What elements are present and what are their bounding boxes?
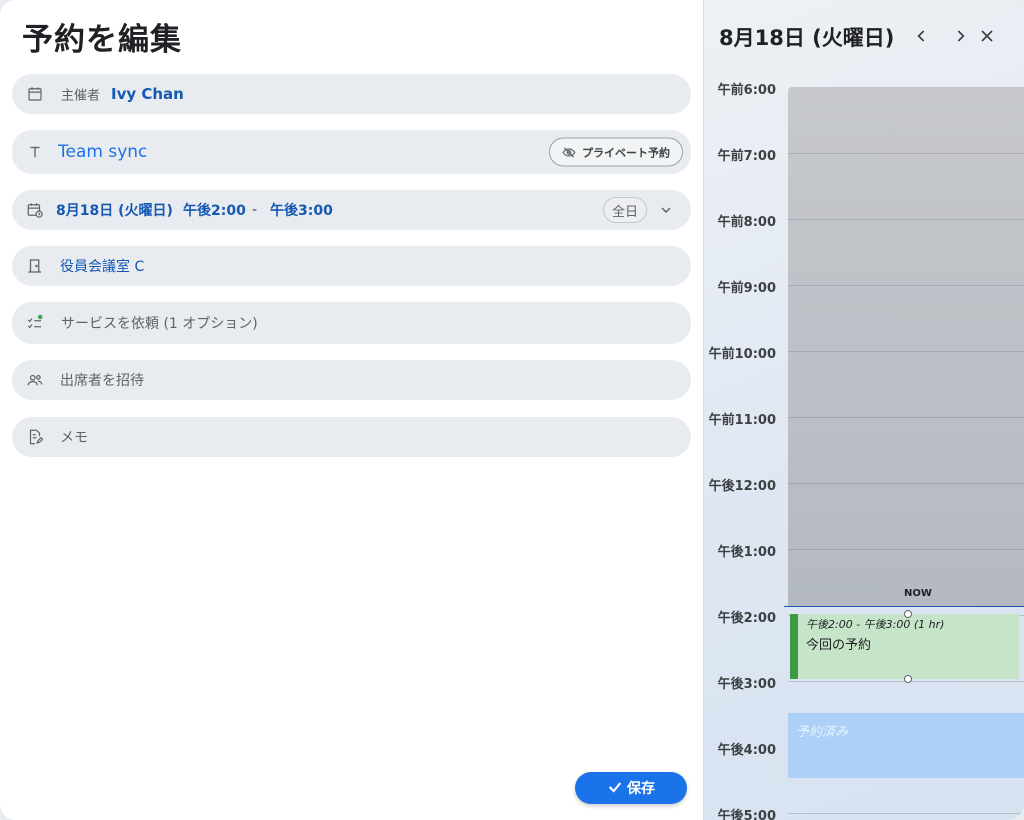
hour-label: 午前11:00	[708, 413, 776, 428]
hour-label: 午前10:00	[708, 347, 776, 362]
title-row[interactable]: プライベート予約	[12, 130, 691, 174]
attendees-placeholder: 出席者を招待	[60, 373, 144, 389]
notes-row[interactable]: メモ	[12, 417, 691, 457]
note-edit-icon	[26, 428, 44, 446]
hour-label: 午前8:00	[717, 215, 776, 230]
hour-label: 午後3:00	[717, 677, 776, 692]
save-button[interactable]: 保存	[575, 772, 687, 804]
private-booking-button[interactable]: プライベート予約	[549, 137, 683, 167]
date-field[interactable]: 8月18日 (火曜日)	[56, 200, 173, 220]
calendar-icon	[26, 85, 44, 103]
now-label: NOW	[904, 588, 932, 599]
people-icon	[26, 371, 44, 389]
hour-label: 午後4:00	[717, 743, 776, 758]
text-icon	[26, 143, 44, 161]
calendar-day-title: 8月18日 (火曜日)	[719, 26, 895, 50]
room-name[interactable]: 役員会議室 C	[60, 256, 144, 276]
hour-line	[788, 285, 1024, 286]
timeline[interactable]: 午前6:00 午前7:00 午前8:00 午前9:00 午前10:00 午前11:00 午後…	[704, 72, 1024, 820]
event-title: 今回の予約	[806, 638, 872, 653]
current-booking-event[interactable]: 午後2:00 - 午後3:00 (1 hr) 今回の予約	[790, 614, 1019, 679]
organizer-row[interactable]: 主催者 Ivy Chan	[12, 74, 691, 114]
hour-line	[788, 417, 1024, 418]
chevron-left-icon[interactable]	[912, 26, 932, 46]
hour-line	[788, 219, 1024, 220]
room-row[interactable]: 役員会議室 C	[12, 246, 691, 286]
calendar-header: 8月18日 (火曜日)	[704, 0, 1024, 72]
booking-window: 予約を編集 主催者 Ivy Chan プライベート予約	[0, 0, 1024, 820]
organizer-label: 主催者	[61, 88, 101, 104]
hour-line	[788, 153, 1024, 154]
start-time-field[interactable]: 午後2:00	[183, 200, 246, 220]
services-row[interactable]: サービスを依頼 (1 オプション)	[12, 302, 691, 344]
save-label: 保存	[627, 780, 655, 796]
services-label: サービスを依頼 (1 オプション)	[61, 316, 258, 332]
hour-label: 午後1:00	[717, 545, 776, 560]
hour-line	[788, 483, 1024, 484]
hour-label: 午前7:00	[717, 149, 776, 164]
datetime-row[interactable]: 8月18日 (火曜日) 午後2:00 - 午後3:00 全日	[12, 190, 691, 230]
day-calendar-panel: 8月18日 (火曜日) 午前6:00 午前7:00 午前8:00 午前9:00 午前10…	[703, 0, 1024, 820]
booked-slot: 予約済み	[788, 713, 1024, 778]
event-time: 午後2:00 - 午後3:00 (1 hr)	[806, 618, 945, 631]
title-input[interactable]	[58, 142, 277, 162]
resize-handle-top[interactable]	[904, 610, 912, 618]
page-title: 予約を編集	[22, 22, 182, 58]
hour-label: 午後12:00	[708, 479, 776, 494]
calendar-clock-icon	[26, 201, 44, 219]
organizer-name[interactable]: Ivy Chan	[111, 85, 184, 103]
hour-label: 午前6:00	[717, 83, 776, 98]
hour-line	[788, 549, 1024, 550]
chevron-right-icon[interactable]	[950, 26, 970, 46]
close-icon[interactable]	[977, 26, 997, 46]
hour-label: 午前9:00	[717, 281, 776, 296]
door-icon	[26, 257, 44, 275]
chevron-down-icon[interactable]	[658, 202, 674, 218]
now-indicator	[784, 606, 1024, 607]
edit-form-panel: 予約を編集 主催者 Ivy Chan プライベート予約	[0, 0, 703, 820]
hour-label: 午後2:00	[717, 611, 776, 626]
past-time-block	[788, 87, 1024, 606]
checklist-icon	[26, 314, 44, 332]
attendees-row[interactable]: 出席者を招待	[12, 360, 691, 400]
eye-off-icon	[562, 146, 576, 160]
resize-handle-bottom[interactable]	[904, 675, 912, 683]
hour-line	[788, 351, 1024, 352]
time-separator: -	[252, 202, 258, 218]
check-icon	[607, 779, 623, 798]
end-time-field[interactable]: 午後3:00	[270, 200, 333, 220]
notes-placeholder: メモ	[60, 430, 88, 446]
allday-toggle[interactable]: 全日	[603, 197, 647, 223]
booked-label: 予約済み	[796, 725, 849, 740]
hour-label: 午後5:00	[717, 809, 776, 820]
private-booking-label: プライベート予約	[582, 146, 670, 159]
hour-line	[788, 813, 1024, 814]
